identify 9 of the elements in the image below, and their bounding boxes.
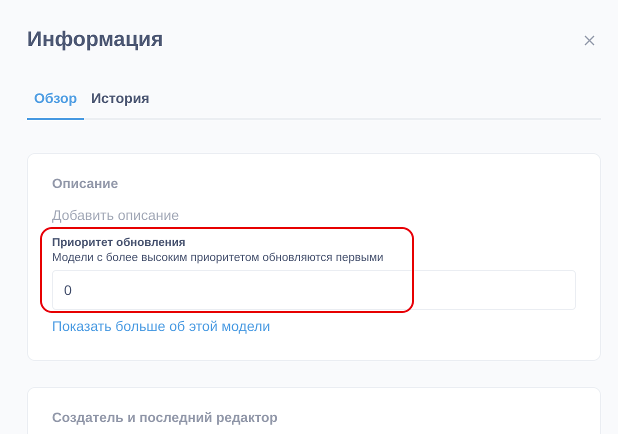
priority-input-field[interactable]: 0: [52, 270, 576, 310]
section-heading: Создатель и последний редактор: [52, 410, 279, 425]
close-icon[interactable]: [584, 34, 595, 46]
field-hint: Модели с более высоким приоритетом обновляются первыми: [52, 252, 384, 264]
field-label: Приоритет обновления: [52, 237, 186, 249]
tab[interactable]: История: [84, 84, 156, 120]
window-title: Информация: [27, 28, 164, 52]
section-heading: Описание: [52, 176, 120, 191]
description-field[interactable]: Добавить описание: [52, 207, 576, 223]
